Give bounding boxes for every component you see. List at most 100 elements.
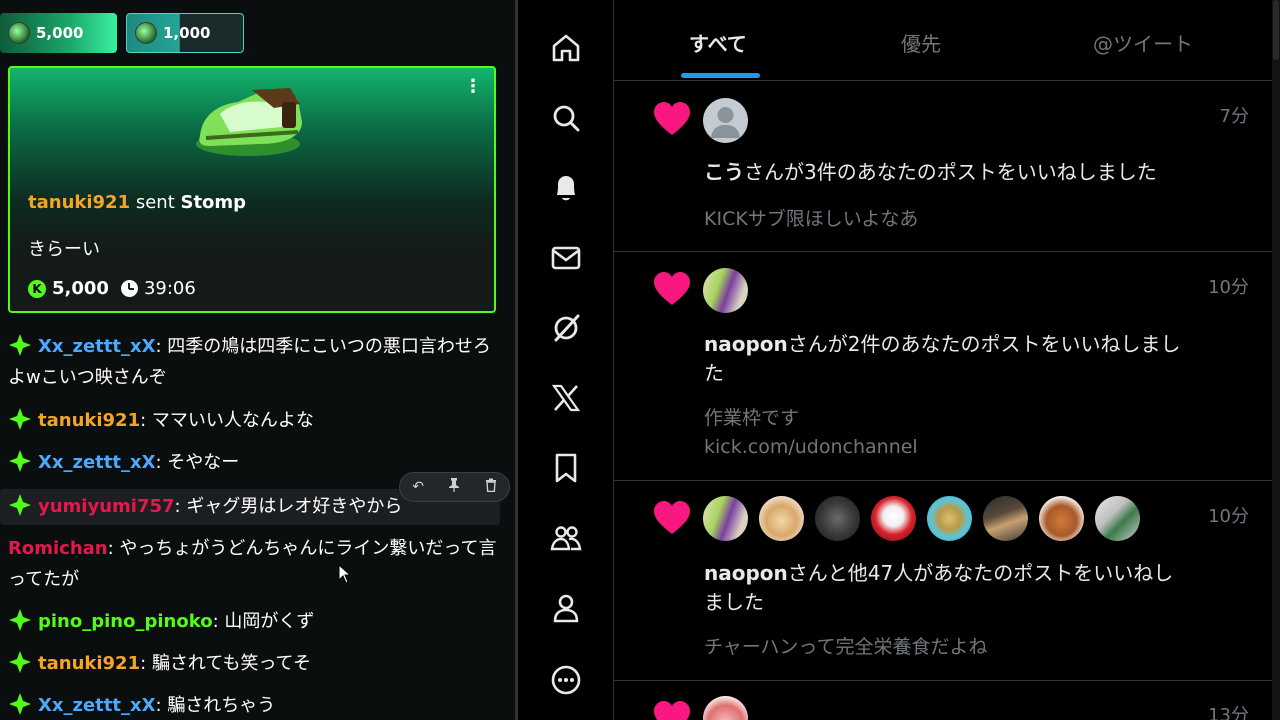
- x-logo-icon[interactable]: [548, 380, 584, 416]
- chat-text: : そやなー: [155, 452, 240, 473]
- pin-icon[interactable]: [439, 477, 469, 497]
- gift-chip-amount: 5,000: [36, 24, 84, 42]
- tab-all[interactable]: すべて: [689, 28, 747, 57]
- scrollbar-thumb[interactable]: [1273, 0, 1279, 60]
- chat-message[interactable]: tanuki921: 騙されても笑ってそ: [8, 648, 500, 679]
- heart-icon: [654, 701, 690, 720]
- home-icon[interactable]: [548, 30, 584, 66]
- chat-username[interactable]: Xx_zettt_xX: [38, 452, 155, 473]
- avatar[interactable]: [927, 496, 972, 541]
- chat-message[interactable]: Xx_zettt_xX: 騙されちゃう: [8, 690, 500, 720]
- gift-kicks-amount: 5,000: [52, 278, 109, 299]
- notification-user[interactable]: こう: [704, 160, 744, 184]
- notification-text: naoponさんが2件のあなたのポストをいいねしました: [704, 330, 1184, 388]
- avatar[interactable]: [703, 98, 748, 143]
- chat-text: : ギャグ男はレオ好きやから: [174, 496, 403, 517]
- sparkle-badge-icon: [9, 609, 31, 631]
- gift-time-remaining: 39:06: [143, 278, 196, 299]
- notification-time: 10分: [1208, 277, 1249, 298]
- gift-sender-name[interactable]: tanuki921: [28, 192, 130, 213]
- gift-chip-amount: 1,000: [163, 24, 211, 42]
- notification-post-snippet: KICKサブ限ほしいよなあ: [704, 208, 919, 230]
- bell-icon[interactable]: [548, 170, 584, 206]
- kicks-coin-icon: K: [28, 279, 46, 298]
- tab-mentions[interactable]: @ツイート: [1093, 28, 1193, 57]
- mouse-cursor-icon: [338, 564, 352, 584]
- notification-text: naoponさんと他47人があなたのポストをいいねしました: [704, 559, 1184, 617]
- sparkle-badge-icon: [9, 450, 31, 472]
- chat-message[interactable]: pino_pino_pinoko: 山岡がくず: [8, 606, 500, 637]
- chat-text: : ママいい人なんよな: [140, 410, 314, 431]
- chat-username[interactable]: tanuki921: [38, 653, 140, 674]
- gift-chip[interactable]: 5,000: [0, 13, 117, 53]
- sparkle-badge-icon: [9, 651, 31, 673]
- grok-icon[interactable]: [548, 310, 584, 346]
- notification-tabs: すべて 優先 @ツイート: [614, 0, 1272, 81]
- heart-icon: [654, 102, 690, 135]
- tab-priority[interactable]: 優先: [901, 28, 941, 57]
- notification-item[interactable]: 10分 naoponさんと他47人があなたのポストをいいねしました チャーハンっ…: [614, 481, 1272, 681]
- notification-item[interactable]: 7分 こうさんが3件のあなたのポストをいいねしました KICKサブ限ほしいよなあ: [614, 82, 1272, 252]
- chat-message[interactable]: Romichan: やっちょがうどんちゃんにライン繋いだって言ってたが: [8, 533, 500, 595]
- chat-username[interactable]: yumiyumi757: [38, 496, 175, 517]
- chat-username[interactable]: tanuki921: [38, 410, 140, 431]
- notification-item[interactable]: 10分 naoponさんが2件のあなたのポストをいいねしました 作業枠です ki…: [614, 252, 1272, 481]
- chat-username[interactable]: Xx_zettt_xX: [38, 336, 155, 357]
- notification-user[interactable]: naopon: [704, 561, 788, 585]
- sparkle-badge-icon: [9, 334, 31, 356]
- avatar[interactable]: [703, 268, 748, 313]
- heart-icon: [654, 272, 690, 305]
- notification-post-snippet: チャーハンって完全栄養食だよね: [704, 636, 988, 658]
- sneaker-gift-image: [196, 88, 302, 156]
- communities-icon[interactable]: [548, 520, 584, 556]
- more-icon[interactable]: [548, 662, 584, 698]
- notification-user[interactable]: naopon: [704, 332, 788, 356]
- search-icon[interactable]: [548, 100, 584, 136]
- gift-sent-word: sent: [135, 192, 175, 213]
- chat-text: : 騙されちゃう: [155, 695, 276, 716]
- notification-action: さんが3件のあなたのポストをいいねしました: [744, 160, 1157, 184]
- avatar[interactable]: [703, 496, 748, 541]
- gift-card: ⋮ tanuki921 sent Stomp きらーい K 5,000 39:0…: [8, 66, 496, 313]
- gift-message: きらーい: [28, 239, 100, 260]
- avatar[interactable]: [983, 496, 1028, 541]
- x-sidebar-nav: [518, 0, 614, 720]
- chat-username[interactable]: pino_pino_pinoko: [38, 611, 213, 632]
- avatar[interactable]: [1095, 496, 1140, 541]
- gift-sender-line: tanuki921 sent Stomp: [28, 192, 246, 213]
- message-actions-toolbar: ↶: [399, 472, 510, 502]
- avatar[interactable]: [759, 496, 804, 541]
- notification-post-link[interactable]: kick.com/udonchannel: [704, 433, 1224, 462]
- profile-icon[interactable]: [548, 590, 584, 626]
- scrollbar[interactable]: [1272, 0, 1280, 720]
- chat-text: : 山岡がくず: [212, 611, 315, 632]
- kicks-gem-icon: [135, 22, 157, 44]
- heart-icon: [654, 501, 690, 534]
- avatar[interactable]: [871, 496, 916, 541]
- active-tab-indicator: [681, 73, 760, 78]
- mail-icon[interactable]: [548, 240, 584, 276]
- kick-chat-panel: 5,000 1,000 ⋮ tanuki921 sent Stomp きらーい …: [0, 0, 515, 720]
- gift-name: Stomp: [180, 192, 247, 213]
- chat-username[interactable]: Xx_zettt_xX: [38, 695, 155, 716]
- sparkle-badge-icon: [9, 494, 31, 516]
- trash-icon[interactable]: [476, 478, 506, 496]
- chat-message[interactable]: tanuki921: ママいい人なんよな: [8, 405, 500, 436]
- chat-message[interactable]: Xx_zettt_xX: 四季の鳩は四季にこいつの悪口言わせろよwこいつ映さんぞ: [8, 331, 500, 393]
- reply-icon[interactable]: ↶: [403, 479, 433, 495]
- clock-icon: [120, 280, 138, 297]
- gift-card-footer: K 5,000 39:06: [28, 278, 196, 299]
- kebab-menu-icon[interactable]: ⋮: [464, 78, 482, 96]
- notification-time: 10分: [1208, 506, 1249, 527]
- kicks-gem-icon: [8, 22, 30, 44]
- gift-chip[interactable]: 1,000: [126, 13, 244, 53]
- notification-time: 7分: [1219, 106, 1249, 127]
- bookmark-icon[interactable]: [548, 450, 584, 486]
- chat-username[interactable]: Romichan: [8, 538, 108, 559]
- notification-item[interactable]: 13分: [614, 681, 1272, 720]
- avatar[interactable]: [1039, 496, 1084, 541]
- avatar[interactable]: [703, 696, 748, 720]
- avatar[interactable]: [815, 496, 860, 541]
- chat-text: : 騙されても笑ってそ: [140, 653, 311, 674]
- notification-post-snippet: 作業枠です: [704, 407, 800, 429]
